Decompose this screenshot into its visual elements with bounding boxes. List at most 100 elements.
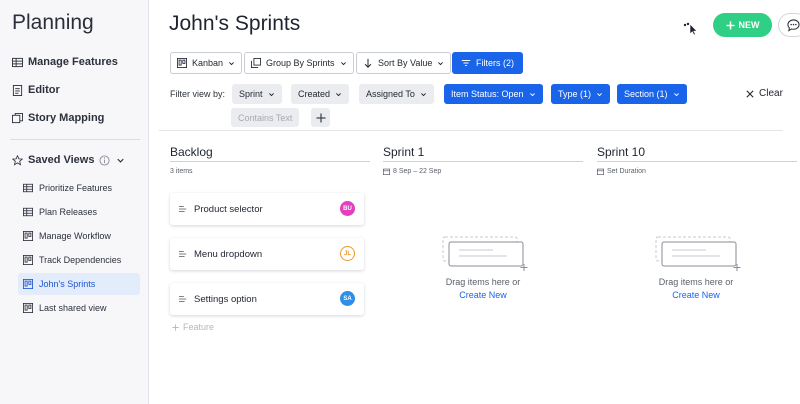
saved-views-label: Saved Views [28,154,95,166]
feature-card-label: Settings option [194,293,257,305]
filter-chip-assigned-to[interactable]: Assigned To [359,84,434,104]
chevron-down-icon [336,92,341,96]
sidebar-item-label: Story Mapping [28,112,105,124]
filters-label: Filters (2) [476,58,514,68]
saved-views-toggle[interactable]: Saved Views [12,154,126,166]
filter-chip-contains-text[interactable]: Contains Text [231,108,300,127]
column-title-sprint-10: Sprint 10 [597,145,646,159]
chevron-down-icon [268,92,274,96]
drag-items-text: Drag items here or [658,277,734,287]
avatar[interactable]: JL [340,246,355,261]
saved-view-johns-sprints[interactable]: John's Sprints [18,273,140,295]
feature-lines-icon [179,206,187,212]
filter-icon [461,60,471,66]
sidebar-item-story-mapping[interactable]: Story Mapping [12,112,104,124]
feature-card[interactable]: Settings option SA [170,283,364,315]
new-button[interactable]: NEW [713,13,772,37]
chevron-down-icon [340,61,346,65]
saved-view-prioritize-features[interactable]: Prioritize Features [18,177,140,199]
feature-card[interactable]: Menu dropdown JL [170,238,364,270]
close-icon [746,89,754,98]
filter-chip-label: Sprint [239,89,263,99]
filter-view-label: Filter view by: [170,89,226,99]
column-title-backlog: Backlog [170,145,213,159]
sort-by-dropdown[interactable]: Sort By Value [356,52,452,74]
filter-chip-created[interactable]: Created [291,84,350,104]
kanban-icon [23,231,33,241]
column-title-sprint-1: Sprint 1 [383,145,425,159]
drag-items-text: Drag items here or [445,277,521,287]
filter-chip-sprint[interactable]: Sprint [232,84,282,104]
kanban-icon [23,255,33,265]
saved-view-label: Prioritize Features [39,183,113,193]
avatar[interactable]: SA [340,291,355,306]
filter-chip-label: Assigned To [366,89,415,99]
layout-dropdown[interactable]: Kanban [170,52,243,74]
create-new-link[interactable]: Create New [413,290,553,300]
saved-view-label: Track Dependencies [39,255,122,265]
chat-button[interactable] [778,13,800,37]
add-feature-label: Feature [183,322,215,332]
group-by-dropdown[interactable]: Group By Sprints [244,52,354,74]
map-icon [12,112,23,123]
feature-lines-icon [179,251,187,257]
saved-view-last-shared-view[interactable]: Last shared view [18,297,140,319]
calendar-icon [383,168,390,175]
empty-drop-zone[interactable]: Drag items here or Create New [626,236,766,300]
sidebar-item-manage-features[interactable]: Manage Features [12,56,118,68]
table-icon [12,57,23,67]
sidebar-item-editor[interactable]: Editor [12,84,60,96]
drop-card-placeholder-icon [442,236,528,271]
kanban-icon [177,58,187,68]
layout-label: Kanban [192,58,224,68]
clear-filters-button[interactable]: Clear [746,88,783,99]
star-icon [12,154,23,166]
plus-icon [725,20,735,30]
feature-lines-icon [179,296,187,302]
column-underline [597,161,797,162]
plus-icon [172,323,179,331]
sidebar: Planning Manage Features Editor Story Ma… [0,0,149,404]
saved-view-label: John's Sprints [39,279,96,289]
sprint-dates[interactable]: 8 Sep – 22 Sep [383,168,441,175]
filter-chip-section[interactable]: Section (1) [617,84,687,104]
saved-view-plan-releases[interactable]: Plan Releases [18,201,140,223]
sort-by-label: Sort By Value [378,58,433,68]
toolbar-divider [159,130,783,131]
saved-view-label: Last shared view [39,303,107,313]
calendar-icon [597,168,604,175]
filter-chip-item-status[interactable]: Item Status: Open [444,84,543,104]
info-icon [99,154,110,166]
chevron-down-icon [597,92,602,96]
avatar[interactable]: BU [340,201,355,216]
chevron-down-icon [529,92,535,96]
table-icon [23,183,33,193]
add-filter-button[interactable] [311,108,330,127]
sprint-dates-text: Set Duration [607,168,646,175]
chevron-down-icon [438,61,444,65]
filter-chip-label: Created [298,89,331,99]
saved-view-manage-workflow[interactable]: Manage Workflow [18,225,140,247]
filter-chip-type[interactable]: Type (1) [551,84,611,104]
saved-view-track-dependencies[interactable]: Track Dependencies [18,249,140,271]
feature-card[interactable]: Product selector BU [170,193,364,225]
sprint-dates-text: 8 Sep – 22 Sep [393,168,442,175]
filter-chip-label: Item Status: Open [451,89,524,99]
filter-chip-label: Type (1) [558,89,592,99]
feature-card-label: Product selector [194,203,263,215]
feature-card-label: Menu dropdown [194,248,263,260]
column-underline [383,161,583,162]
chat-icon [787,18,800,32]
saved-view-label: Manage Workflow [39,231,111,241]
kanban-icon [23,303,33,313]
add-feature-button[interactable]: Feature [172,322,214,332]
sidebar-item-label: Manage Features [28,56,118,68]
create-new-link[interactable]: Create New [626,290,766,300]
sprint-dates[interactable]: Set Duration [597,168,646,175]
chevron-down-icon [420,92,426,96]
kanban-icon [23,279,33,289]
filters-button[interactable]: Filters (2) [452,52,523,74]
filter-chip-label: Contains Text [238,112,293,123]
empty-drop-zone[interactable]: Drag items here or Create New [413,236,553,300]
drop-card-placeholder-icon [655,236,741,271]
